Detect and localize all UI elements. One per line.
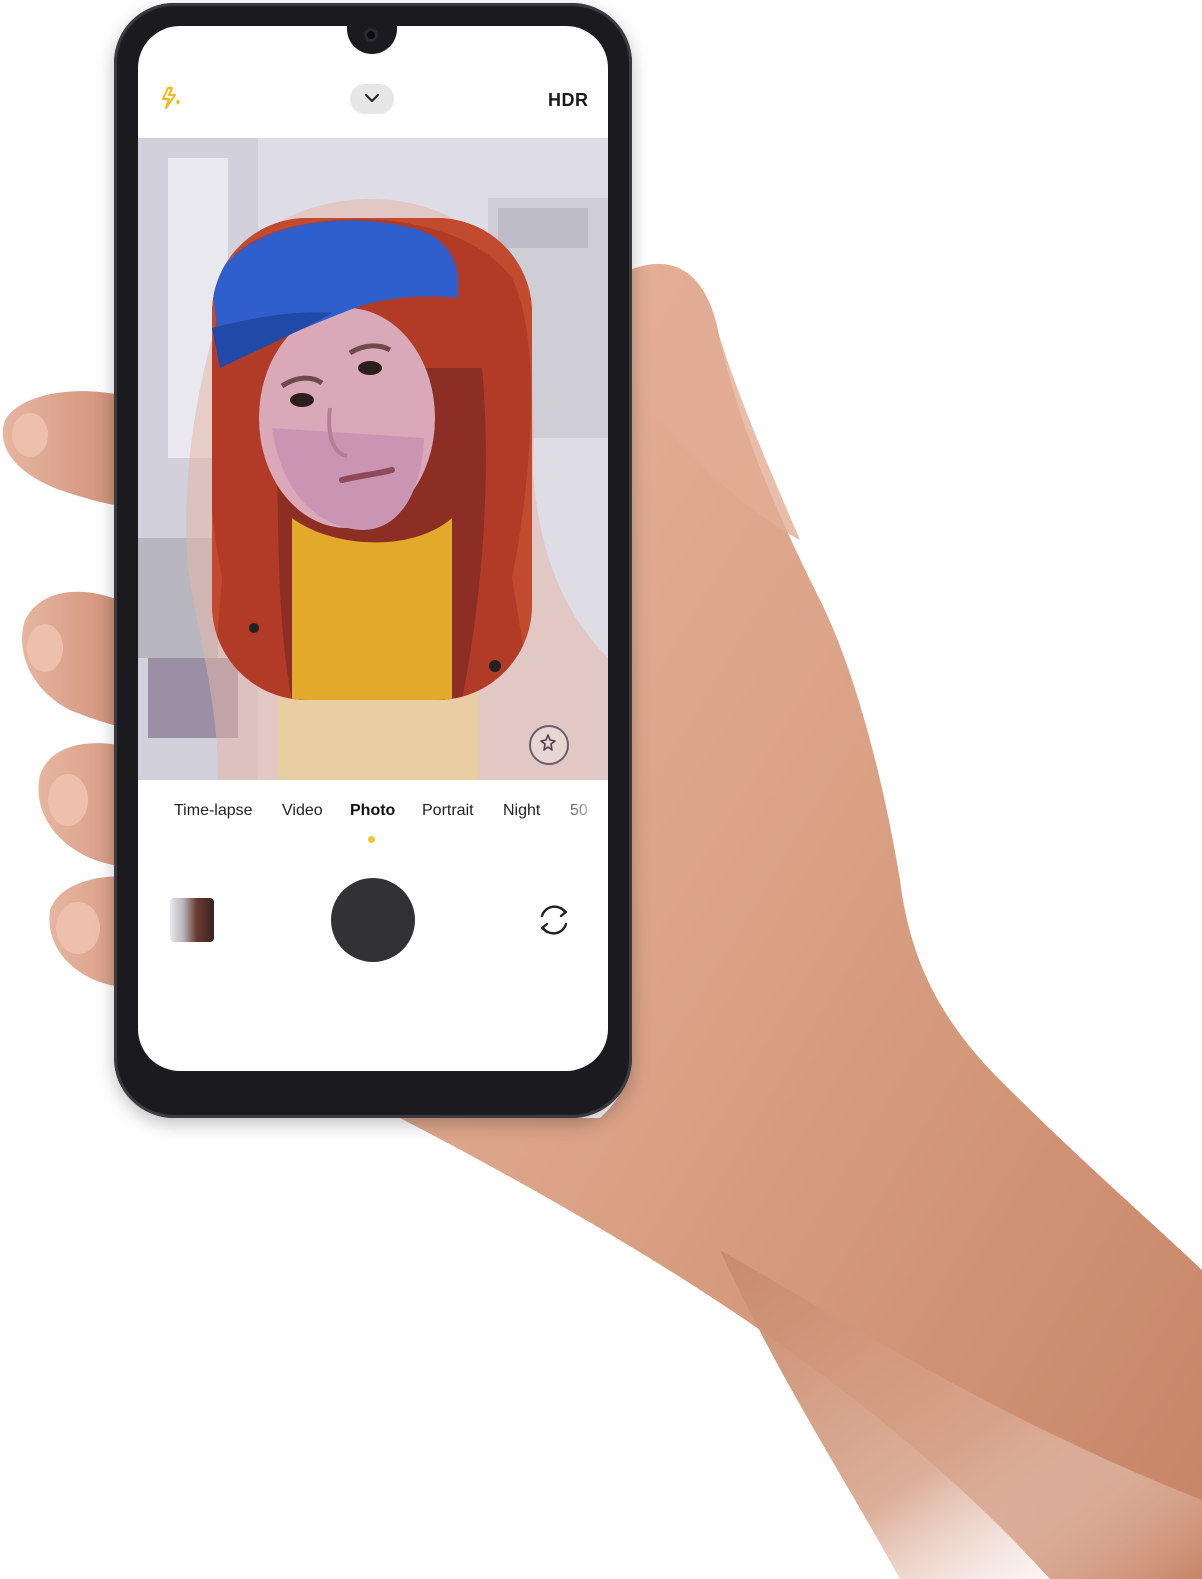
active-mode-indicator [368,836,375,843]
camera-screen: HDR Time-lapse Video Photo Portrait Nigh… [138,26,608,1071]
shutter-button[interactable] [331,878,415,962]
more-settings-button[interactable] [350,84,394,114]
mode-photo[interactable]: Photo [350,802,395,820]
beauty-sparkle-icon [539,733,559,758]
gallery-thumbnail[interactable] [170,898,214,942]
mode-selector: Time-lapse Video Photo Portrait Night 50 [138,802,608,832]
stage: HDR Time-lapse Video Photo Portrait Nigh… [0,0,1202,1579]
switch-camera-icon[interactable] [532,898,576,942]
viewfinder[interactable] [138,138,608,780]
mode-night[interactable]: Night [503,802,540,820]
mode-video[interactable]: Video [282,802,323,820]
chevron-down-icon [364,90,380,108]
beauty-button[interactable] [529,725,569,765]
hdr-toggle[interactable]: HDR [548,90,589,111]
front-camera-icon [364,28,378,42]
face-focus-frame [212,218,532,700]
mode-portrait[interactable]: Portrait [422,802,474,820]
flash-auto-icon[interactable] [160,86,184,112]
mode-fade [558,796,608,836]
mode-time-lapse[interactable]: Time-lapse [174,802,253,820]
